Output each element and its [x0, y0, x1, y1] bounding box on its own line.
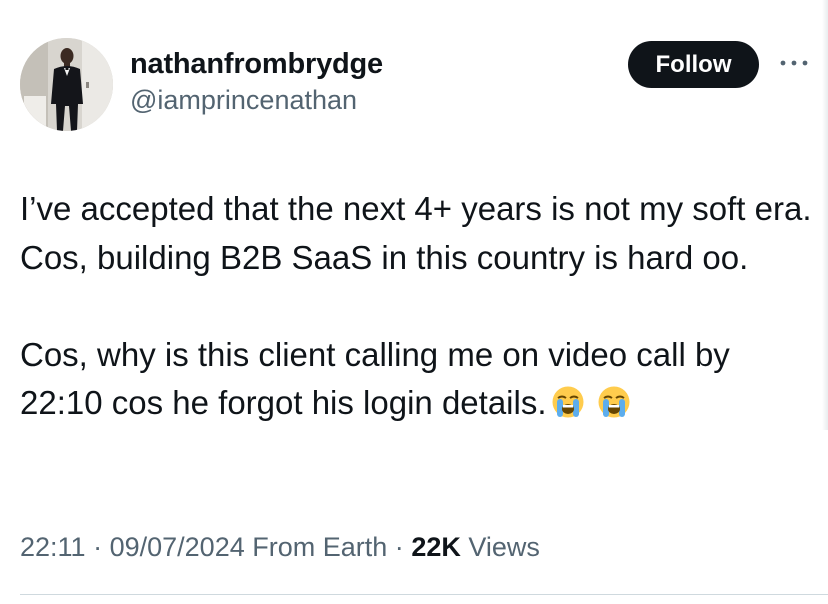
user-handle[interactable]: @iamprincenathan: [130, 83, 383, 117]
divider: [20, 594, 828, 595]
tweet-meta: 22:11 · 09/07/2024 From Earth · 22K View…: [20, 529, 540, 565]
tweet-paragraph: Cos, why is this client calling me on vi…: [20, 331, 820, 428]
tweet-text: I’ve accepted that the next 4+ years is …: [20, 185, 820, 428]
display-name[interactable]: nathanfrombrydge: [130, 46, 383, 82]
scrollbar-edge: [822, 0, 828, 430]
more-horizontal-icon[interactable]: [774, 50, 814, 76]
avatar[interactable]: [20, 38, 113, 131]
tweet-card: nathanfrombrydge @iamprincenathan Follow…: [0, 0, 828, 604]
follow-button[interactable]: Follow: [628, 41, 759, 88]
author-block: nathanfrombrydge @iamprincenathan: [130, 46, 383, 117]
tweet-date[interactable]: 09/07/2024: [110, 532, 245, 562]
tweet-time[interactable]: 22:11: [20, 532, 86, 562]
meta-separator: ·: [93, 532, 103, 562]
tweet-paragraph: I’ve accepted that the next 4+ years is …: [20, 190, 812, 276]
avatar-photo: [20, 38, 113, 131]
crying-face-emoji-icon: [551, 384, 585, 418]
crying-face-emoji-icon: [597, 384, 631, 418]
tweet-location: From Earth: [252, 532, 388, 562]
meta-separator: ·: [394, 532, 404, 562]
views-label[interactable]: Views: [468, 532, 540, 562]
views-count[interactable]: 22K: [411, 532, 461, 562]
